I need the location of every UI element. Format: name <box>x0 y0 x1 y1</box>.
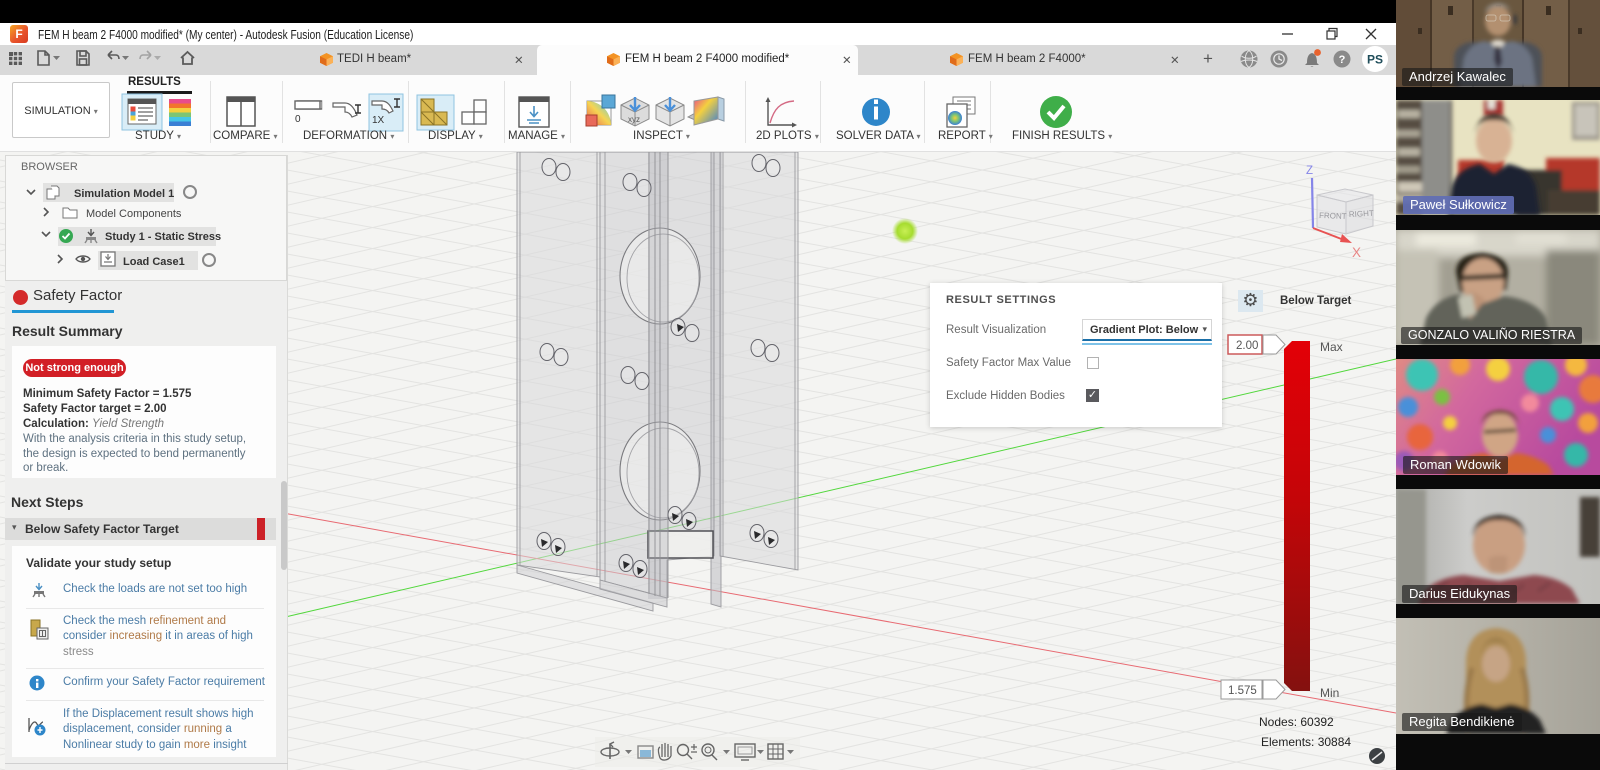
svg-text:xyz: xyz <box>628 115 640 124</box>
svg-text:1X: 1X <box>372 115 385 126</box>
svg-text:Study 1 - Static Stress: Study 1 - Static Stress <box>105 231 221 243</box>
svg-text:Z: Z <box>1306 165 1313 177</box>
svg-text:Min: Min <box>1320 686 1339 700</box>
svg-text:?: ? <box>1339 54 1346 66</box>
svg-text:Elements: 30884: Elements: 30884 <box>1261 735 1351 749</box>
svg-text:FRONT: FRONT <box>1319 211 1347 221</box>
svg-text:X: X <box>1352 245 1361 260</box>
svg-text:RIGHT: RIGHT <box>1349 209 1374 219</box>
svg-text:Simulation Model 1: Simulation Model 1 <box>74 188 174 200</box>
svg-text:Nodes: 60392: Nodes: 60392 <box>1259 715 1334 729</box>
svg-text:1.575: 1.575 <box>1228 685 1257 697</box>
svg-text:PS: PS <box>1367 53 1383 67</box>
svg-text:Load Case1: Load Case1 <box>123 256 185 268</box>
svg-text:Max: Max <box>1320 340 1343 354</box>
svg-text:Model Components: Model Components <box>86 208 182 220</box>
svg-text:2.00: 2.00 <box>1236 340 1258 352</box>
svg-text:0: 0 <box>295 114 301 125</box>
